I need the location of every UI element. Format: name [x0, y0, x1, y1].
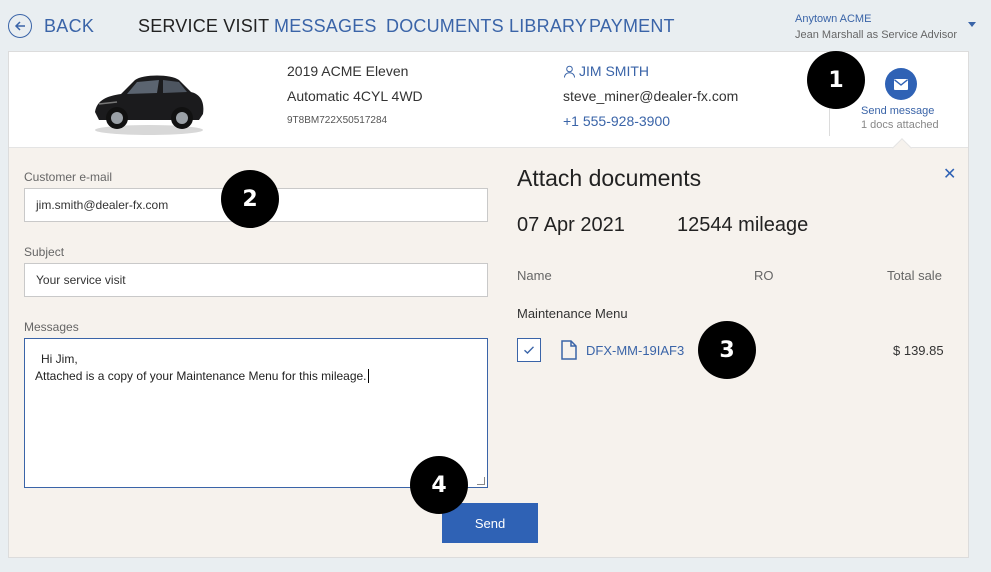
customer-phone[interactable]: +1 555-928-3900 [563, 113, 670, 129]
step-marker-1: 1 [807, 51, 865, 109]
vehicle-model: 2019 ACME Eleven [287, 63, 409, 79]
back-button[interactable]: BACK [8, 14, 94, 38]
send-message-label[interactable]: Send message [861, 105, 934, 117]
tab-messages[interactable]: MESSAGES [274, 16, 377, 37]
customer-name: JIM SMITH [579, 63, 649, 79]
envelope-icon [894, 78, 908, 90]
document-link[interactable]: DFX-MM-19IAF3 [586, 343, 684, 358]
step-marker-3: 3 [698, 321, 756, 379]
document-checkbox[interactable] [517, 338, 541, 362]
send-message-button[interactable] [885, 68, 917, 100]
email-label: Customer e-mail [24, 170, 113, 184]
user-icon [564, 65, 575, 78]
attach-title: Attach documents [517, 165, 702, 191]
divider [829, 108, 830, 136]
step-marker-2: 2 [221, 170, 279, 228]
checkmark-icon [524, 346, 535, 354]
back-label: BACK [44, 15, 95, 36]
visit-mileage: 12544 mileage [677, 214, 809, 236]
column-ro: RO [754, 268, 774, 283]
customer-name-link[interactable]: JIM SMITH [563, 63, 649, 79]
subject-field[interactable]: Your service visit [24, 263, 488, 297]
vehicle-spec: Automatic 4CYL 4WD [287, 88, 423, 104]
visit-date: 07 Apr 2021 [517, 214, 625, 236]
top-nav: BACK SERVICE VISIT MESSAGES DOCUMENTS LI… [0, 0, 991, 52]
caret-down-icon[interactable] [968, 22, 976, 27]
section-maintenance-menu: Maintenance Menu [517, 306, 628, 321]
column-name: Name [517, 268, 552, 283]
send-button[interactable]: Send [442, 503, 538, 543]
service-visit-card: 2019 ACME Eleven Automatic 4CYL 4WD 9T8B… [8, 51, 969, 558]
document-total: $ 139.85 [893, 343, 944, 358]
tab-documents-library[interactable]: DOCUMENTS LIBRARY [386, 16, 587, 37]
step-marker-4: 4 [410, 456, 468, 514]
vehicle-vin: 9T8BM722X50517284 [287, 115, 388, 126]
customer-email: steve_miner@dealer-fx.com [563, 88, 739, 104]
dealer-name: Anytown ACME [795, 13, 872, 25]
arrow-left-icon [8, 14, 32, 38]
user-role: Jean Marshall as Service Advisor [795, 29, 958, 41]
messages-label: Messages [24, 320, 79, 334]
account-menu[interactable]: Anytown ACME Jean Marshall as Service Ad… [795, 11, 957, 43]
message-greeting: Hi Jim, [41, 352, 78, 366]
close-icon[interactable]: ✕ [943, 164, 956, 184]
document-icon [561, 340, 577, 360]
subject-label: Subject [24, 245, 65, 259]
column-total-sale: Total sale [887, 268, 942, 283]
tab-payment[interactable]: PAYMENT [589, 16, 675, 37]
tab-service-visit[interactable]: SERVICE VISIT [138, 16, 269, 37]
car-image [95, 75, 204, 135]
message-body: Attached is a copy of your Maintenance M… [35, 369, 369, 383]
resize-handle[interactable] [477, 477, 485, 485]
docs-attached-count: 1 docs attached [861, 119, 939, 131]
